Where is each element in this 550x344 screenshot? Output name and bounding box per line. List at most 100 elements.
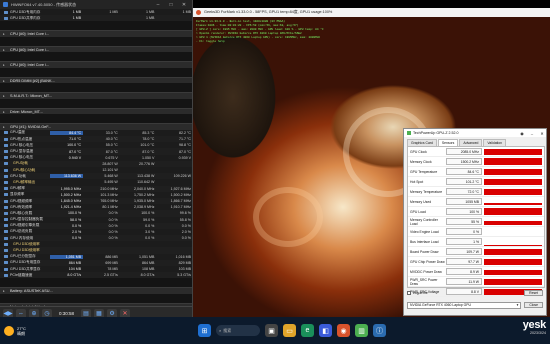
sensor-max: 110.642 W — [137, 180, 155, 185]
group-spacer — [0, 21, 192, 31]
sensor-name: GPU视频频率 — [10, 198, 33, 203]
sensor-group-label: Battery: ASUSTeK ASU... — [10, 289, 53, 294]
sensor-list[interactable]: GPU D3D专用内存 1 MB 1 MB 1 MB 1 MB GPU D3D共享内存 1 … — [0, 9, 192, 306]
group-spacer — [0, 114, 192, 124]
sensor-max: 20.776 W — [139, 161, 155, 166]
minimize-icon[interactable]: – — [153, 2, 163, 8]
sensor-name: GPU Load — [410, 209, 426, 214]
tab-graphics-card[interactable]: Graphics Card — [407, 139, 437, 146]
sensor-icon — [4, 193, 8, 197]
reset-button[interactable]: Reset — [524, 290, 543, 296]
close-button[interactable]: Close — [524, 302, 543, 308]
overlay-line: - F1: toggle help — [196, 40, 225, 43]
sensor-value[interactable]: 0 % — [446, 228, 482, 235]
sensor-avg: 103 MB — [178, 267, 191, 272]
sensor-graph — [484, 168, 542, 175]
sensor-graph-fill — [484, 259, 542, 265]
sensor-name: GPU频率输出 — [13, 179, 36, 184]
sensor-value[interactable]: 101.2 °C — [446, 178, 482, 185]
gpuz-taskbar-icon[interactable]: ▥ — [355, 324, 368, 337]
sensor-value[interactable]: 2085.0 MHz — [446, 148, 482, 155]
sensor-value[interactable]: 1 % — [446, 238, 482, 245]
sensor-max: 1,935.0 MHz — [134, 199, 155, 204]
sensor-max: 8.0 GT/s — [140, 273, 155, 278]
furmark-app-icon — [196, 10, 201, 15]
sensor-name: Hot Spot — [410, 179, 424, 184]
overlay-line: Frames:1006 - time:00:01:20 - FPS:58 (mi… — [196, 24, 299, 27]
close-icon[interactable]: ✕ — [179, 2, 189, 8]
gpu-select-value: NVIDIA GeForce RTX 4060 Laptop GPU — [410, 303, 471, 307]
sensor-current: 71.0 °C — [69, 137, 82, 142]
sensor-value[interactable]: 55 % — [446, 218, 482, 225]
sensor-name: GPU显存控制器负载 — [10, 217, 43, 222]
task-view-icon[interactable]: ▣ — [265, 324, 278, 337]
tab-sensors[interactable]: Sensors — [437, 139, 459, 146]
gpuz-titlebar[interactable]: TechPowerUp GPU-Z 2.52.0 ◉ – ✕ — [404, 129, 546, 137]
sensor-value[interactable]: 1055 MB — [446, 198, 482, 205]
gpu-select[interactable]: NVIDIA GeForce RTX 4060 Laptop GPU ▾ — [407, 301, 522, 309]
gpuz-window: TechPowerUp GPU-Z 2.52.0 ◉ – ✕ Graphics … — [403, 128, 547, 316]
sensor-group-label: CPU [#0]: Intel Core i... — [10, 32, 50, 37]
sensor-value[interactable]: 109.7 W — [446, 248, 482, 255]
sensor-min: 55.0 °C — [105, 143, 118, 148]
sensor-graph-fill — [484, 221, 542, 225]
sensor-name: Video Engine Load — [410, 229, 439, 234]
store-icon[interactable]: ◧ — [319, 324, 332, 337]
sensor-graph — [484, 218, 542, 225]
sensor-row: GPU Load 100 % — [408, 207, 544, 217]
edge-icon[interactable]: e — [301, 324, 314, 337]
sensor-graph — [484, 268, 542, 275]
sensor-value[interactable]: 1500.2 MHz — [446, 158, 482, 165]
sensor-graph-fill — [484, 169, 542, 175]
sensor-current: 84.4 °C — [50, 130, 84, 135]
sensor-icon — [4, 230, 8, 234]
sensor-min: 1 MB — [109, 10, 118, 15]
sensor-current: 58.0 % — [69, 217, 82, 222]
sensor-name: GPU D3D共享内存 — [10, 15, 41, 20]
sensor-group-label: CPU [#0]: Intel Core i... — [10, 63, 50, 68]
camera-icon[interactable]: ◉ — [518, 131, 526, 136]
sensor-icon — [4, 143, 8, 147]
sensor-value[interactable]: 84.6 °C — [446, 168, 482, 175]
sensor-min: 210.0 MHz — [100, 186, 118, 191]
taskbar: 27°C 晴朗 ⊞ ⌕ 搜索 ▣ ▭ e ◧ ◉ ▥ ⓘ yesk 2023/3… — [0, 317, 550, 344]
log-to-file-label: Log to file — [413, 291, 428, 295]
tab-validation[interactable]: Validation — [483, 139, 507, 146]
tab-advanced[interactable]: Advanced — [459, 139, 483, 146]
sensor-graph — [484, 228, 542, 235]
sensor-value[interactable]: 100 % — [446, 208, 482, 215]
sensor-graph-fill — [484, 189, 542, 195]
sensor-icon — [4, 267, 8, 271]
sensor-min: 5.468 W — [104, 174, 118, 179]
start-icon[interactable]: ⊞ — [198, 324, 211, 337]
sensor-value[interactable]: 11.9 W — [446, 278, 482, 285]
maximize-icon[interactable]: □ — [166, 2, 176, 8]
sensor-icon — [4, 236, 8, 240]
sensor-min: 0.0 % — [108, 229, 118, 234]
search-label: 搜索 — [223, 327, 232, 333]
weather-widget[interactable]: 27°C 晴朗 — [0, 325, 120, 336]
elapsed-time: 0:30:58 — [59, 311, 75, 316]
hwinfo-taskbar-icon[interactable]: ⓘ — [373, 324, 386, 337]
sensor-min: 765.0 MHz — [100, 199, 118, 204]
sensor-current: 8.0 GT/s — [67, 273, 82, 278]
taskbar-search[interactable]: ⌕ 搜索 — [216, 325, 260, 336]
hwinfo-titlebar[interactable]: HWiNFO64 v7.40-5050 - 传感器状态 – □ ✕ — [0, 0, 192, 9]
sensor-max: 113.438 W — [137, 174, 155, 179]
furmark-titlebar[interactable]: Geeks3D FurMark v1.33.0.0 - 58FPS, GPU1 … — [193, 8, 550, 17]
sensor-min: 699 MB — [105, 260, 118, 265]
sensor-graph — [484, 188, 542, 195]
sensor-value[interactable]: 8.9 W — [446, 268, 482, 275]
sensor-value[interactable]: 97.7 W — [446, 258, 482, 265]
sensor-icon — [4, 137, 8, 141]
sensor-avg: 98.8 °C — [178, 143, 191, 148]
furmark-taskbar-icon[interactable]: ◉ — [337, 324, 350, 337]
close-icon[interactable]: ✕ — [538, 131, 546, 136]
file-explorer-icon[interactable]: ▭ — [283, 324, 296, 337]
sensor-current: 1,500.2 MHz — [60, 192, 82, 197]
sensor-name: GPU Clock — [410, 149, 427, 154]
minimize-icon[interactable]: – — [528, 131, 536, 136]
log-to-file-checkbox[interactable] — [407, 291, 411, 295]
sensor-value[interactable]: 72.0 °C — [446, 188, 482, 195]
sensor-graph-fill — [484, 208, 542, 215]
